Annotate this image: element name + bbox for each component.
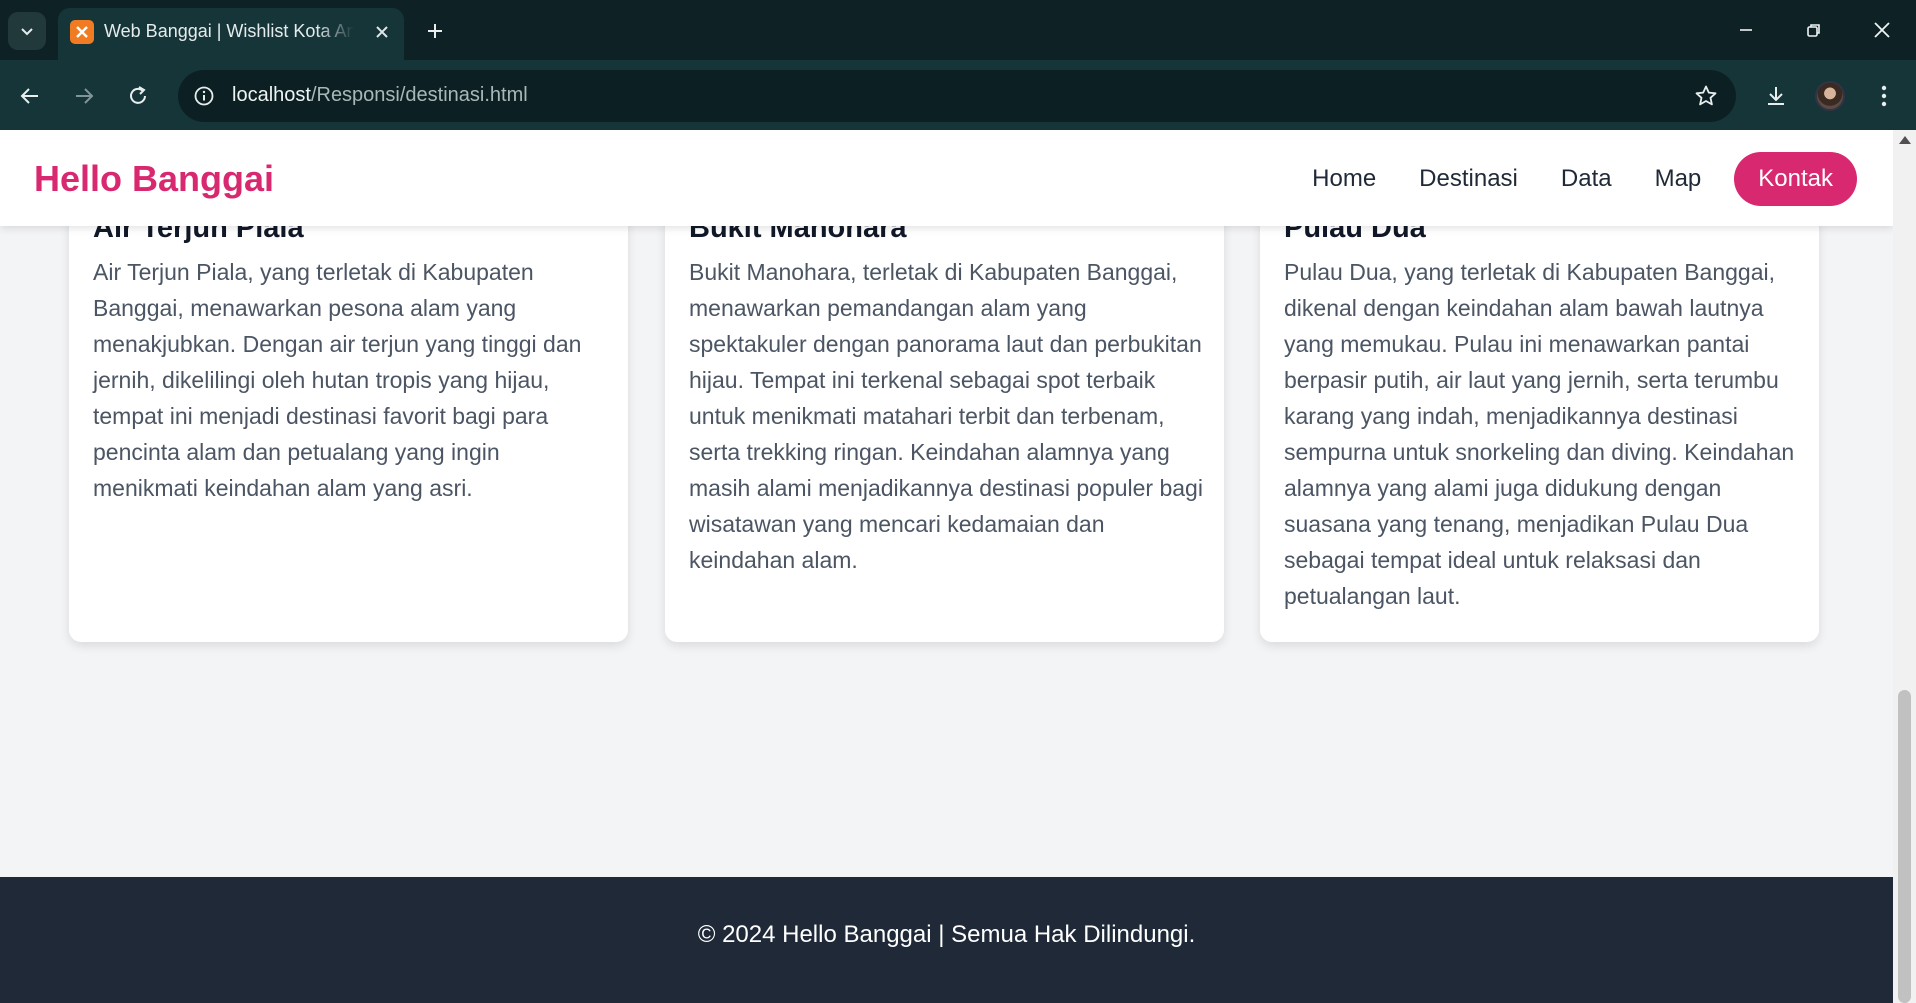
- site-menu: Home Destinasi Data Map Kontak: [1269, 152, 1857, 206]
- close-window-button[interactable]: [1854, 10, 1910, 50]
- xampp-favicon-icon: [70, 20, 94, 44]
- tab-strip: Web Banggai | Wishlist Kota Anda: [0, 0, 1916, 60]
- scrollbar-thumb[interactable]: [1898, 690, 1911, 1003]
- footer-copyright: © 2024 Hello Banggai | Semua Hak Dilindu…: [697, 921, 1196, 948]
- card-description: Bukit Manohara, terletak di Kabupaten Ba…: [689, 259, 1203, 573]
- site-navbar: Hello Banggai Home Destinasi Data Map Ko…: [0, 130, 1893, 226]
- browser-menu-button[interactable]: [1864, 76, 1904, 116]
- nav-link-destinasi[interactable]: Destinasi: [1419, 165, 1518, 193]
- new-tab-button[interactable]: [418, 14, 452, 48]
- close-tab-icon[interactable]: [370, 20, 394, 44]
- plus-icon: [428, 24, 442, 38]
- arrow-left-icon: [20, 88, 38, 104]
- avatar: [1815, 81, 1845, 111]
- scroll-up-arrow-icon[interactable]: [1899, 136, 1911, 144]
- reload-button[interactable]: [118, 76, 158, 116]
- nav-link-map[interactable]: Map: [1655, 165, 1702, 193]
- restore-icon: [1807, 24, 1820, 37]
- page-scrollbar[interactable]: [1893, 130, 1916, 1003]
- site-brand[interactable]: Hello Banggai: [34, 158, 274, 200]
- card-description: Air Terjun Piala, yang terletak di Kabup…: [93, 259, 582, 501]
- minimize-icon: [1740, 29, 1752, 31]
- back-button[interactable]: [10, 76, 50, 116]
- minimize-button[interactable]: [1718, 10, 1774, 50]
- close-icon: [1874, 22, 1890, 38]
- download-button[interactable]: [1756, 76, 1796, 116]
- url-path: /Responsi/destinasi.html: [310, 84, 528, 106]
- url-host: localhost: [232, 84, 311, 106]
- forward-button[interactable]: [64, 76, 104, 116]
- arrow-right-icon: [76, 88, 94, 104]
- address-bar[interactable]: localhost/Responsi/destinasi.html: [178, 70, 1736, 122]
- site-info-icon[interactable]: [190, 82, 218, 110]
- browser-tab[interactable]: Web Banggai | Wishlist Kota Anda: [58, 8, 404, 60]
- restore-button[interactable]: [1786, 10, 1842, 50]
- url-text[interactable]: localhost/Responsi/destinasi.html: [232, 84, 528, 107]
- chevron-down-icon: [21, 28, 33, 36]
- contact-button[interactable]: Kontak: [1734, 152, 1857, 206]
- reload-icon: [130, 86, 146, 104]
- more-vertical-icon: [1881, 85, 1887, 107]
- tab-search-button[interactable]: [8, 12, 46, 50]
- browser-chrome: Web Banggai | Wishlist Kota Anda localho…: [0, 0, 1916, 130]
- tab-title: Web Banggai | Wishlist Kota Anda: [104, 21, 354, 41]
- bookmark-star-icon[interactable]: [1692, 82, 1720, 110]
- download-icon: [1768, 87, 1784, 105]
- site-footer: © 2024 Hello Banggai | Semua Hak Dilindu…: [0, 877, 1893, 1003]
- nav-link-home[interactable]: Home: [1312, 165, 1376, 193]
- page-viewport: Air Terjun Piala Air Terjun Piala, yang …: [0, 130, 1893, 1003]
- profile-button[interactable]: [1810, 76, 1850, 116]
- nav-link-data[interactable]: Data: [1561, 165, 1612, 193]
- card-description: Pulau Dua, yang terletak di Kabupaten Ba…: [1284, 259, 1795, 609]
- browser-toolbar: localhost/Responsi/destinasi.html: [0, 60, 1916, 130]
